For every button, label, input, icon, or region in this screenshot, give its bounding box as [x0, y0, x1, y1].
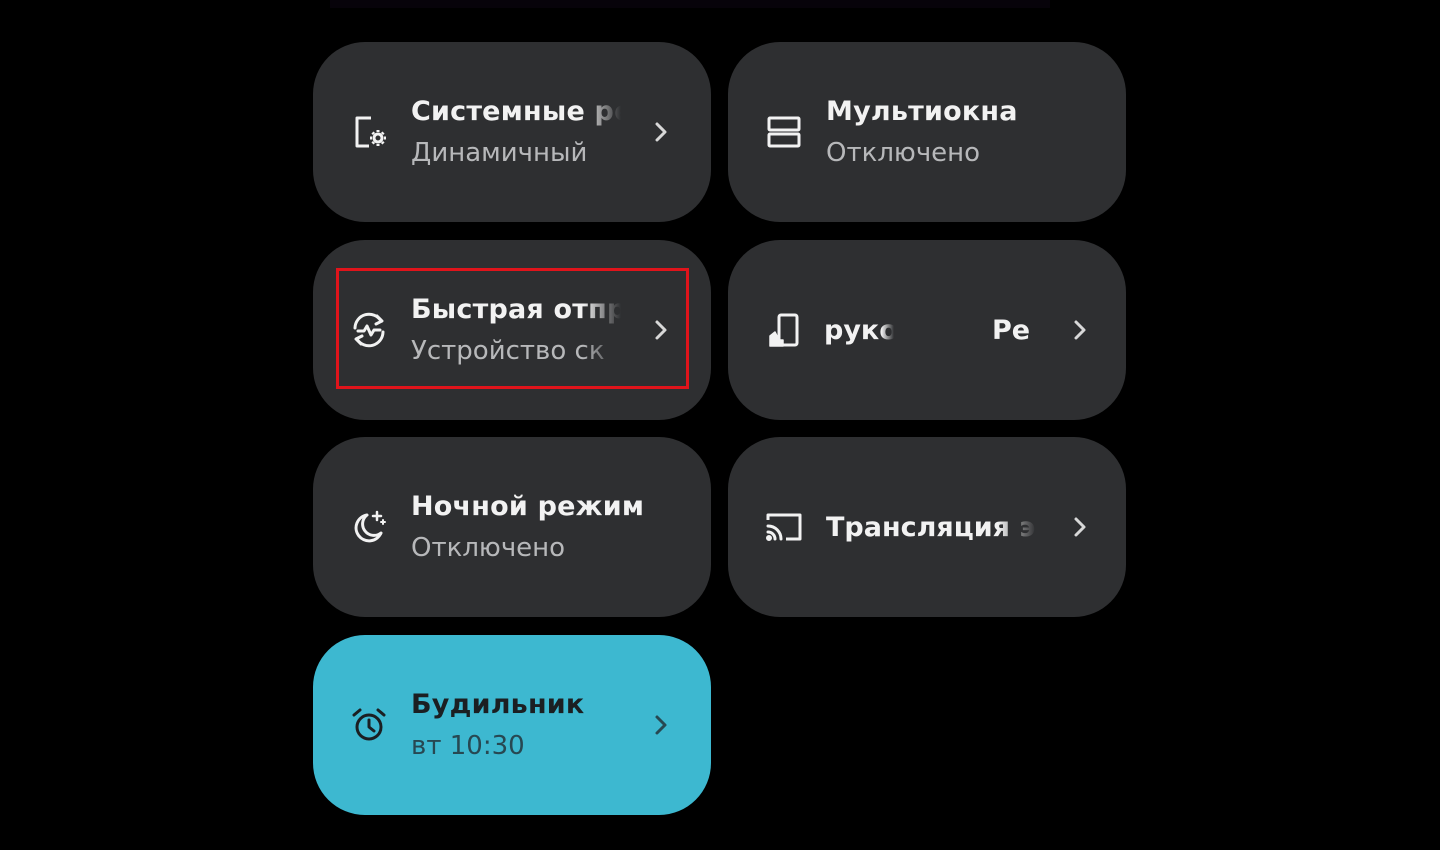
night-mode-moon-icon: [347, 505, 391, 549]
cast-screen-icon: [762, 505, 806, 549]
tile-title: Быстрая отпр: [411, 294, 621, 325]
tile-subtitle: Устройство ск: [411, 336, 605, 366]
tile-system-settings[interactable]: Системные ре Динамичный: [313, 42, 711, 222]
tile-night-mode[interactable]: Ночной режим Отключено: [313, 437, 711, 617]
phone-settings-icon: [347, 110, 391, 154]
chevron-right-icon[interactable]: [649, 316, 673, 344]
tile-texts: Ночной режим Отключено: [411, 487, 691, 569]
multiwindow-icon: [762, 110, 806, 154]
tile-texts: Мультиокна Отключено: [826, 92, 1106, 174]
tile-screen-cast[interactable]: Трансляция эк: [728, 437, 1126, 617]
tile-title: Мультиокна: [826, 96, 1018, 127]
tile-title-extra: Ре: [992, 315, 1031, 346]
top-edge-shade: [330, 0, 1050, 8]
chevron-right-icon[interactable]: [1068, 316, 1092, 344]
tile-subtitle: Динамичный: [411, 138, 588, 168]
tile-subtitle: Отключено: [411, 533, 566, 563]
tile-texts: Системные ре Динамичный: [411, 92, 621, 174]
quick-share-icon: [347, 308, 391, 352]
chevron-right-icon[interactable]: [649, 711, 673, 739]
tile-subtitle: Отключено: [826, 138, 981, 168]
chevron-right-icon[interactable]: [649, 118, 673, 146]
tile-title: рукой: [824, 315, 894, 346]
chevron-right-icon[interactable]: [1068, 513, 1092, 541]
tile-texts: Быстрая отпр Устройство ск: [411, 290, 621, 372]
tile-multiwindow[interactable]: Мультиокна Отключено: [728, 42, 1126, 222]
tile-title: Ночной режим: [411, 491, 645, 522]
tile-title: Системные ре: [411, 96, 621, 127]
alarm-clock-icon: [347, 703, 391, 747]
tile-quick-share[interactable]: Быстрая отпр Устройство ск: [313, 240, 711, 420]
tile-one-hand-mode[interactable]: рукой Ре: [728, 240, 1126, 420]
one-hand-mode-icon: [762, 308, 806, 352]
tile-alarm[interactable]: Будильник вт 10:30: [313, 635, 711, 815]
tile-title: Трансляция эк: [826, 512, 1036, 543]
